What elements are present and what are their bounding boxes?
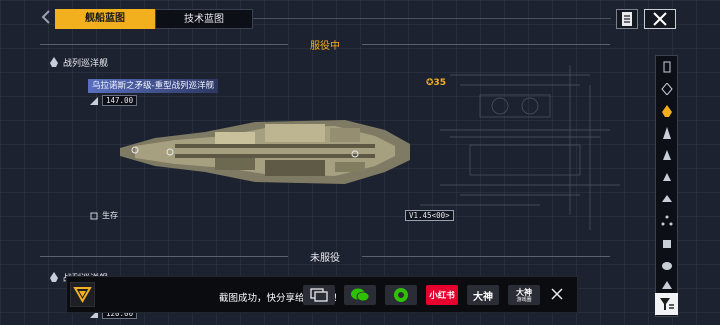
tab-ship-blueprint[interactable]: 舰船蓝图 <box>55 9 155 29</box>
ship-version: V1.45<00> <box>405 210 454 221</box>
share-moments-button[interactable] <box>385 285 417 305</box>
game-logo-icon <box>70 282 95 307</box>
ship-class-icon[interactable] <box>661 61 673 73</box>
share-wechat-button[interactable] <box>344 285 376 305</box>
category-label: 战列巡洋舰 <box>49 54 108 70</box>
ship-name: 乌拉诺斯之矛级-重型战列巡洋舰 <box>88 79 219 93</box>
section-title: 未服役 <box>310 253 340 264</box>
close-button[interactable] <box>644 9 676 29</box>
dashen-circle-sublabel: 游戏圈 <box>516 296 532 303</box>
ship-status-label: 生存 <box>102 211 118 220</box>
top-bar: 舰船蓝图 技术蓝图 <box>0 0 720 34</box>
status-icon <box>90 212 98 219</box>
back-icon[interactable] <box>40 10 54 24</box>
ship-blueprint-image <box>120 120 410 184</box>
share-xiaohongshu-button[interactable]: 小红书 <box>426 285 458 305</box>
screenshot-share-icon <box>310 288 328 302</box>
share-dashen-button[interactable]: 大神 <box>467 285 499 305</box>
tab-tech-blueprint[interactable]: 技术蓝图 <box>155 9 253 29</box>
section-header-not-in-service: 未服役 <box>40 248 610 264</box>
xiaohongshu-label: 小红书 <box>429 291 455 301</box>
top-divider <box>253 18 611 19</box>
category-text: 战列巡洋舰 <box>63 58 109 69</box>
share-screenshot-button[interactable] <box>303 285 335 305</box>
toast-close-icon[interactable] <box>549 286 565 302</box>
ship-class-icon[interactable] <box>661 279 673 291</box>
ship-cost-value: 147.00 <box>102 95 138 106</box>
ship-class-icon[interactable] <box>661 149 673 161</box>
moments-icon <box>394 288 408 302</box>
close-icon <box>653 12 667 26</box>
cost-icon <box>90 96 98 105</box>
ship-cost-row: 147.00 <box>90 95 138 106</box>
ship-class-icon[interactable] <box>661 171 673 183</box>
ship-class-icon[interactable] <box>661 237 673 249</box>
ship-class-icon[interactable] <box>661 83 673 95</box>
section-header-in-service: 服役中 <box>40 36 610 52</box>
ship-status-row: 生存 <box>90 210 118 221</box>
ship-class-icon[interactable] <box>661 127 673 139</box>
battlecruiser-class-icon[interactable] <box>661 105 673 117</box>
ship-class-icon[interactable] <box>661 193 673 205</box>
dashen-circle-label: 大神 <box>516 287 532 297</box>
battlecruiser-class-icon <box>50 57 58 67</box>
section-title: 服役中 <box>310 41 340 52</box>
screenshot-share-toast: 截图成功，快分享给好友把！ 小红书 大神 大神 游戏圈 <box>66 276 578 313</box>
ship-class-icon[interactable] <box>661 259 673 271</box>
filter-button[interactable] <box>655 293 678 315</box>
ship-class-icon[interactable] <box>661 215 673 227</box>
dashen-label: 大神 <box>473 291 493 303</box>
document-icon <box>622 12 632 26</box>
wechat-icon <box>351 288 370 302</box>
filter-icon <box>660 298 674 310</box>
battlecruiser-class-icon <box>50 272 58 282</box>
document-button[interactable] <box>616 9 638 29</box>
share-dashen-game-circle-button[interactable]: 大神 游戏圈 <box>508 285 540 305</box>
ship-class-filter-sidebar <box>655 55 678 317</box>
